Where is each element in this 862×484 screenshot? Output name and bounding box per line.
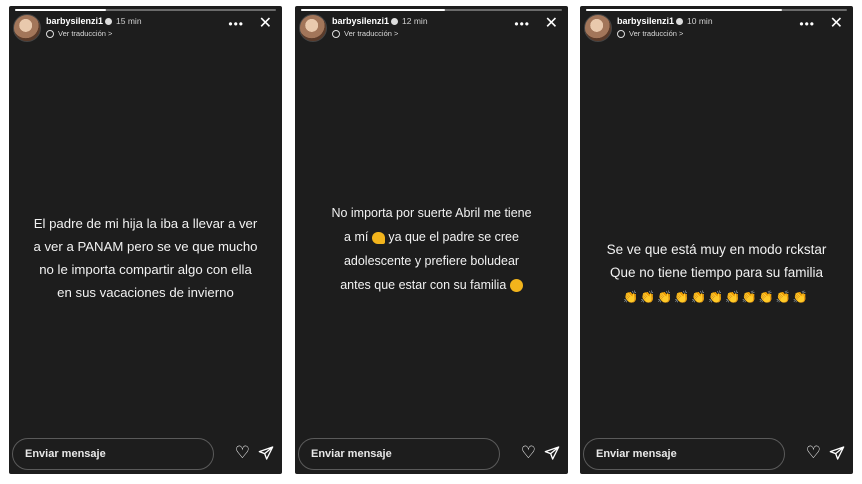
clapping-hands-emoji: 👏 (691, 290, 709, 304)
send-icon[interactable] (258, 445, 274, 461)
story-text-line: en sus vacaciones de invierno (57, 285, 234, 300)
clapping-hands-emoji: 👏 (674, 290, 692, 304)
story-text-line-group: antes que estar con su familia (295, 273, 568, 297)
send-message-placeholder: Enviar mensaje (596, 448, 677, 460)
story-time: 15 min (116, 16, 142, 26)
flexed-biceps-emoji (371, 231, 385, 244)
globe-icon (617, 30, 625, 39)
story-header: barbysilenzi1 12 min Ver traducción > •••… (299, 14, 564, 44)
story-text-line: El padre de mi hija la iba a llevar a ve… (33, 216, 258, 231)
heart-icon[interactable]: ♡ (235, 444, 250, 461)
clapping-hands-emoji: 👏 (775, 290, 793, 304)
see-translation-link[interactable]: Ver traducción > (46, 29, 112, 39)
avatar[interactable] (299, 14, 327, 42)
send-message-input[interactable]: Enviar mensaje (12, 438, 214, 470)
see-translation-label[interactable]: Ver traducción > (629, 29, 683, 38)
clapping-hands-emoji: 👏 (657, 290, 675, 304)
story-progress-fill (586, 9, 782, 11)
avatar[interactable] (13, 14, 41, 42)
see-translation-label[interactable]: Ver traducción > (344, 29, 398, 38)
story-text-line: Que no tiene tiempo para su familia (609, 265, 824, 280)
story-footer: Enviar mensaje ♡ (580, 434, 853, 472)
story-progress-fill (301, 9, 445, 11)
clapping-hands-emoji: 👏 (792, 290, 810, 304)
story-header: barbysilenzi1 15 min Ver traducción > •••… (13, 14, 278, 44)
username-text[interactable]: barbysilenzi1 (617, 16, 674, 26)
see-translation-label[interactable]: Ver traducción > (58, 29, 112, 38)
story-progress-bar (586, 9, 847, 11)
send-icon[interactable] (829, 445, 845, 461)
story-text-line: adolescente y prefiere boludear (343, 254, 520, 268)
verified-badge-icon (391, 18, 399, 26)
story-username[interactable]: barbysilenzi1 10 min (617, 16, 713, 26)
send-message-input[interactable]: Enviar mensaje (298, 438, 500, 470)
story-text: No importa por suerte Abril me tiene a m… (295, 201, 568, 297)
story-text-line: no le importa compartir algo con ella (39, 262, 252, 277)
story-footer: Enviar mensaje ♡ (9, 434, 282, 472)
story-footer: Enviar mensaje ♡ (295, 434, 568, 472)
close-icon[interactable]: ✕ (830, 16, 843, 32)
story-card-2[interactable]: barbysilenzi1 12 min Ver traducción > •••… (295, 6, 568, 474)
story-progress-bar (15, 9, 276, 11)
see-translation-link[interactable]: Ver traducción > (617, 29, 683, 39)
story-time: 10 min (687, 16, 713, 26)
send-message-placeholder: Enviar mensaje (311, 448, 392, 460)
story-text: Se ve que está muy en modo rckstar Que n… (580, 238, 853, 284)
story-time: 12 min (402, 16, 428, 26)
heart-icon[interactable]: ♡ (806, 444, 821, 461)
heart-icon[interactable]: ♡ (521, 444, 536, 461)
clapping-hands-emoji: 👏 (758, 290, 776, 304)
story-text: El padre de mi hija la iba a llevar a ve… (9, 212, 282, 304)
story-text-line: ya que el padre se cree (388, 230, 519, 244)
clapping-hands-emoji: 👏 (741, 290, 759, 304)
story-username[interactable]: barbysilenzi1 15 min (46, 16, 142, 26)
close-icon[interactable]: ✕ (259, 16, 272, 32)
more-options-icon[interactable]: ••• (514, 18, 530, 30)
avatar[interactable] (584, 14, 612, 42)
story-text-line: Se ve que está muy en modo rckstar (606, 242, 827, 257)
story-card-3[interactable]: barbysilenzi1 10 min Ver traducción > •••… (580, 6, 853, 474)
see-translation-link[interactable]: Ver traducción > (332, 29, 398, 39)
clapping-hands-emoji: 👏 (708, 290, 725, 304)
send-message-placeholder: Enviar mensaje (25, 448, 106, 460)
clapping-hands-emoji-row: 👏👏👏👏👏👏👏👏👏👏👏 (580, 290, 853, 304)
story-text-line: No importa por suerte Abril me tiene (331, 206, 532, 220)
more-options-icon[interactable]: ••• (799, 18, 815, 30)
story-text-line: a mí (344, 230, 369, 244)
globe-icon (332, 30, 340, 39)
send-icon[interactable] (544, 445, 560, 461)
verified-badge-icon (105, 18, 113, 26)
story-header: barbysilenzi1 10 min Ver traducción > •••… (584, 14, 849, 44)
close-icon[interactable]: ✕ (545, 16, 558, 32)
story-progress-bar (301, 9, 562, 11)
verified-badge-icon (676, 18, 684, 26)
story-text-line: antes que estar con su familia (340, 278, 507, 292)
send-message-input[interactable]: Enviar mensaje (583, 438, 785, 470)
username-text[interactable]: barbysilenzi1 (332, 16, 389, 26)
smirk-emoji (509, 279, 523, 293)
story-card-1[interactable]: barbysilenzi1 15 min Ver traducción > •••… (9, 6, 282, 474)
story-text-line-group: a mí ya que el padre se cree (295, 225, 568, 249)
clapping-hands-emoji: 👏 (640, 290, 658, 304)
story-progress-fill (15, 9, 107, 11)
more-options-icon[interactable]: ••• (228, 18, 244, 30)
username-text[interactable]: barbysilenzi1 (46, 16, 103, 26)
globe-icon (46, 30, 54, 39)
clapping-hands-emoji: 👏 (724, 290, 742, 304)
story-username[interactable]: barbysilenzi1 12 min (332, 16, 428, 26)
clapping-hands-emoji: 👏 (623, 290, 641, 304)
story-text-line: a ver a PANAM pero se ve que mucho (33, 239, 258, 254)
